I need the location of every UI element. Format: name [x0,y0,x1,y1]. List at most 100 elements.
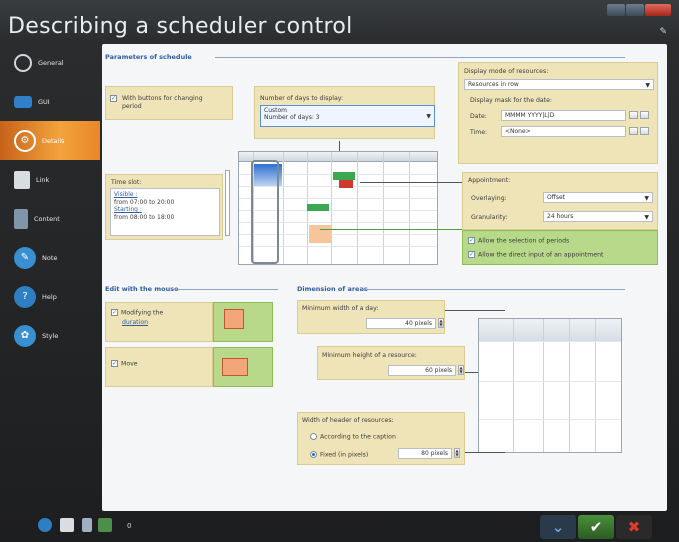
sidebar-item-label: GUI [38,97,50,106]
granularity-select[interactable]: 24 hours ▼ [543,211,653,222]
time-mask-input[interactable]: <None> [501,126,626,137]
sidebar-item-link[interactable]: Link [0,160,100,199]
help-icon: ? [14,285,36,308]
section-title-dimension: Dimension of areas [297,285,368,293]
time-slot-field[interactable]: Visible : from 07:00 to 20:00 Starting :… [110,188,220,236]
chevron-down-icon: ▼ [645,82,650,89]
modify-duration-checkbox[interactable]: ✓ [111,309,118,316]
appointment-block [333,172,355,180]
fixed-width-spinner[interactable]: ▲ ▼ [454,448,460,458]
display-mode-select[interactable]: Resources in row ▼ [464,79,654,90]
window-title: Describing a scheduler control [8,14,353,39]
time-mask-clock-icon[interactable] [640,127,649,135]
min-width-spinner[interactable]: ▲ ▼ [438,318,444,328]
chevron-down-icon: ▼ [644,195,649,202]
connector-line [465,372,478,373]
min-width-box: Minimum width of a day: 40 pixels ▲ ▼ [297,300,445,334]
min-height-label: Minimum height of a resource: [322,352,417,359]
display-mode-label: Display mode of resources: [464,68,549,75]
sidebar-item-content[interactable]: Content [0,199,100,238]
help-icon[interactable] [38,518,52,532]
appointment-block [339,180,353,188]
sidebar-item-style[interactable]: ✿ Style [0,316,100,355]
minimize-button[interactable] [607,4,625,16]
visible-link[interactable]: Visible : [114,191,216,199]
cancel-button[interactable]: ✖ [616,515,652,539]
sidebar-item-help[interactable]: ? Help [0,277,100,316]
starting-value: from 08:00 to 18:00 [114,213,175,221]
sidebar-item-gui[interactable]: GUI [0,82,100,121]
header-width-box: Width of header of resources: According … [297,412,465,465]
close-window-button[interactable] [645,4,671,16]
preview-header [479,319,621,341]
move-label: Move [121,360,138,368]
sidebar-item-details[interactable]: ⚙ Details [0,121,100,160]
min-width-label: Minimum width of a day: [302,305,379,312]
allow-direct-input-row: ✓ Allow the direct input of an appointmen… [468,251,603,259]
allow-selection-checkbox[interactable]: ✓ [468,237,475,244]
date-mask-calendar-icon[interactable] [640,111,649,119]
time-label: Time: [470,129,488,136]
opt-fixed-row: Fixed (in pixels) [310,451,368,459]
opt-fixed-label: Fixed (in pixels) [320,451,369,459]
sidebar: General GUI ⚙ Details Link Content ✎ Not… [0,43,100,513]
days-select[interactable]: Custom Number of days: 3 ▼ [260,105,435,127]
sidebar-item-note[interactable]: ✎ Note [0,238,100,277]
with-buttons-checkbox[interactable]: ✓ [110,95,117,102]
days-value-1: Custom [264,107,287,114]
validate-button[interactable]: ✔ [578,515,614,539]
time-mask-dropdown[interactable] [629,127,638,135]
circle-icon [14,53,32,72]
time-scrollbar[interactable] [225,170,230,236]
appointment-box: Appointment: Overlaying: Offset ▼ Granul… [462,172,658,230]
window-frame: Describing a scheduler control ✎ General… [0,0,679,542]
sidebar-item-label: Content [34,214,60,223]
dimension-preview [478,318,622,453]
overlaying-select[interactable]: Offset ▼ [543,192,653,203]
image-icon[interactable] [60,518,74,532]
date-mask-input[interactable]: MMMM YYYY|L|D [501,110,626,121]
allow-selection-row: ✓ Allow the selection of periods [468,237,569,245]
list-icon[interactable] [82,518,92,532]
collapse-button[interactable]: ⌄ [540,515,576,539]
header-width-label: Width of header of resources: [302,417,394,424]
with-buttons-label: With buttons for changing period [122,95,203,110]
overlaying-value: Offset [547,194,566,201]
modify-row: ✓ Modifying the [111,309,163,317]
sidebar-item-label: Help [42,292,57,301]
allow-direct-input-checkbox[interactable]: ✓ [468,251,475,258]
move-checkbox[interactable]: ✓ [111,360,118,367]
move-preview [213,347,273,387]
duration-link[interactable]: duration [122,319,148,326]
selection-block [309,225,331,243]
modify-label: Modifying the [121,309,164,317]
divider [173,289,278,290]
maximize-button[interactable] [626,4,644,16]
count-label: 0 [127,522,132,530]
style-icon: ✿ [14,324,36,347]
sidebar-item-general[interactable]: General [0,43,100,82]
sidebar-item-label: Style [42,331,59,340]
starting-link[interactable]: Starting : [114,206,216,214]
chevron-down-icon: ▼ [426,113,431,120]
grid-icon[interactable] [98,518,112,532]
move-row: ✓ Move [111,360,138,368]
opt-fixed-radio[interactable] [310,451,317,458]
date-mask-dropdown[interactable] [629,111,638,119]
details-icon: ⚙ [14,129,36,152]
min-height-input[interactable]: 60 pixels [388,365,456,376]
help-corner-icon[interactable]: ✎ [659,27,667,37]
divider [362,289,625,290]
sidebar-item-label: Details [42,136,65,145]
with-buttons-box: ✓ With buttons for changing period [105,86,233,120]
modify-duration-preview [213,302,273,342]
connector-line [360,182,462,183]
min-height-spinner[interactable]: ▲ ▼ [458,365,464,375]
granularity-value: 24 hours [547,213,574,220]
sidebar-item-label: General [38,58,64,67]
connector-line [320,229,462,230]
opt-caption-radio[interactable] [310,433,317,440]
min-width-input[interactable]: 40 pixels [366,318,436,329]
sidebar-item-label: Link [36,175,50,184]
fixed-width-input[interactable]: 80 pixels [398,448,452,459]
